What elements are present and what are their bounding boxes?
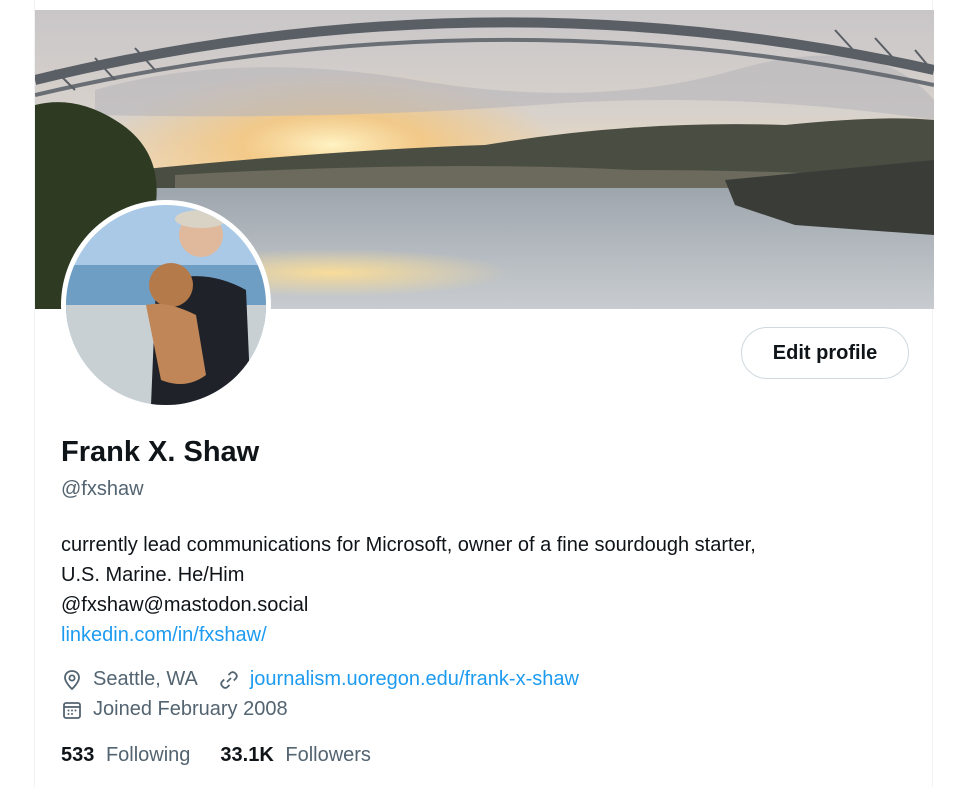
profile-meta-row: Seattle, WA journalism.uoregon.edu/frank… [61, 668, 579, 691]
profile-joined-row: Joined February 2008 [61, 698, 288, 721]
following-link[interactable]: 533 Following [61, 744, 190, 767]
bio-line: currently lead communications for Micros… [61, 534, 756, 556]
bio-line: U.S. Marine. He/Him [61, 564, 245, 586]
profile-bio: currently lead communications for Micros… [61, 530, 911, 650]
following-count: 533 [61, 744, 95, 766]
edit-profile-button[interactable]: Edit profile [741, 327, 909, 379]
location-text: Seattle, WA [93, 668, 198, 690]
followers-label: Followers [285, 744, 371, 766]
joined-text: Joined February 2008 [93, 698, 288, 720]
bio-line: @fxshaw@mastodon.social [61, 594, 309, 616]
calendar-icon [61, 699, 83, 721]
followers-count: 33.1K [220, 744, 274, 766]
location-pin-icon [61, 669, 83, 691]
following-label: Following [105, 744, 191, 766]
profile-name: Frank X. Shaw [61, 436, 260, 468]
profile-stats: 533 Following 33.1K Followers [61, 744, 401, 767]
avatar-image [66, 205, 266, 405]
followers-link[interactable]: 33.1K Followers [220, 744, 371, 767]
profile-handle: @fxshaw [61, 478, 144, 500]
bio-link[interactable]: linkedin.com/in/fxshaw/ [61, 624, 267, 646]
profile-avatar[interactable] [61, 200, 271, 410]
profile-card: Edit profile Frank X. Shaw @fxshaw curre… [34, 0, 934, 787]
website-link[interactable]: journalism.uoregon.edu/frank-x-shaw [250, 668, 579, 691]
link-icon [218, 669, 240, 691]
